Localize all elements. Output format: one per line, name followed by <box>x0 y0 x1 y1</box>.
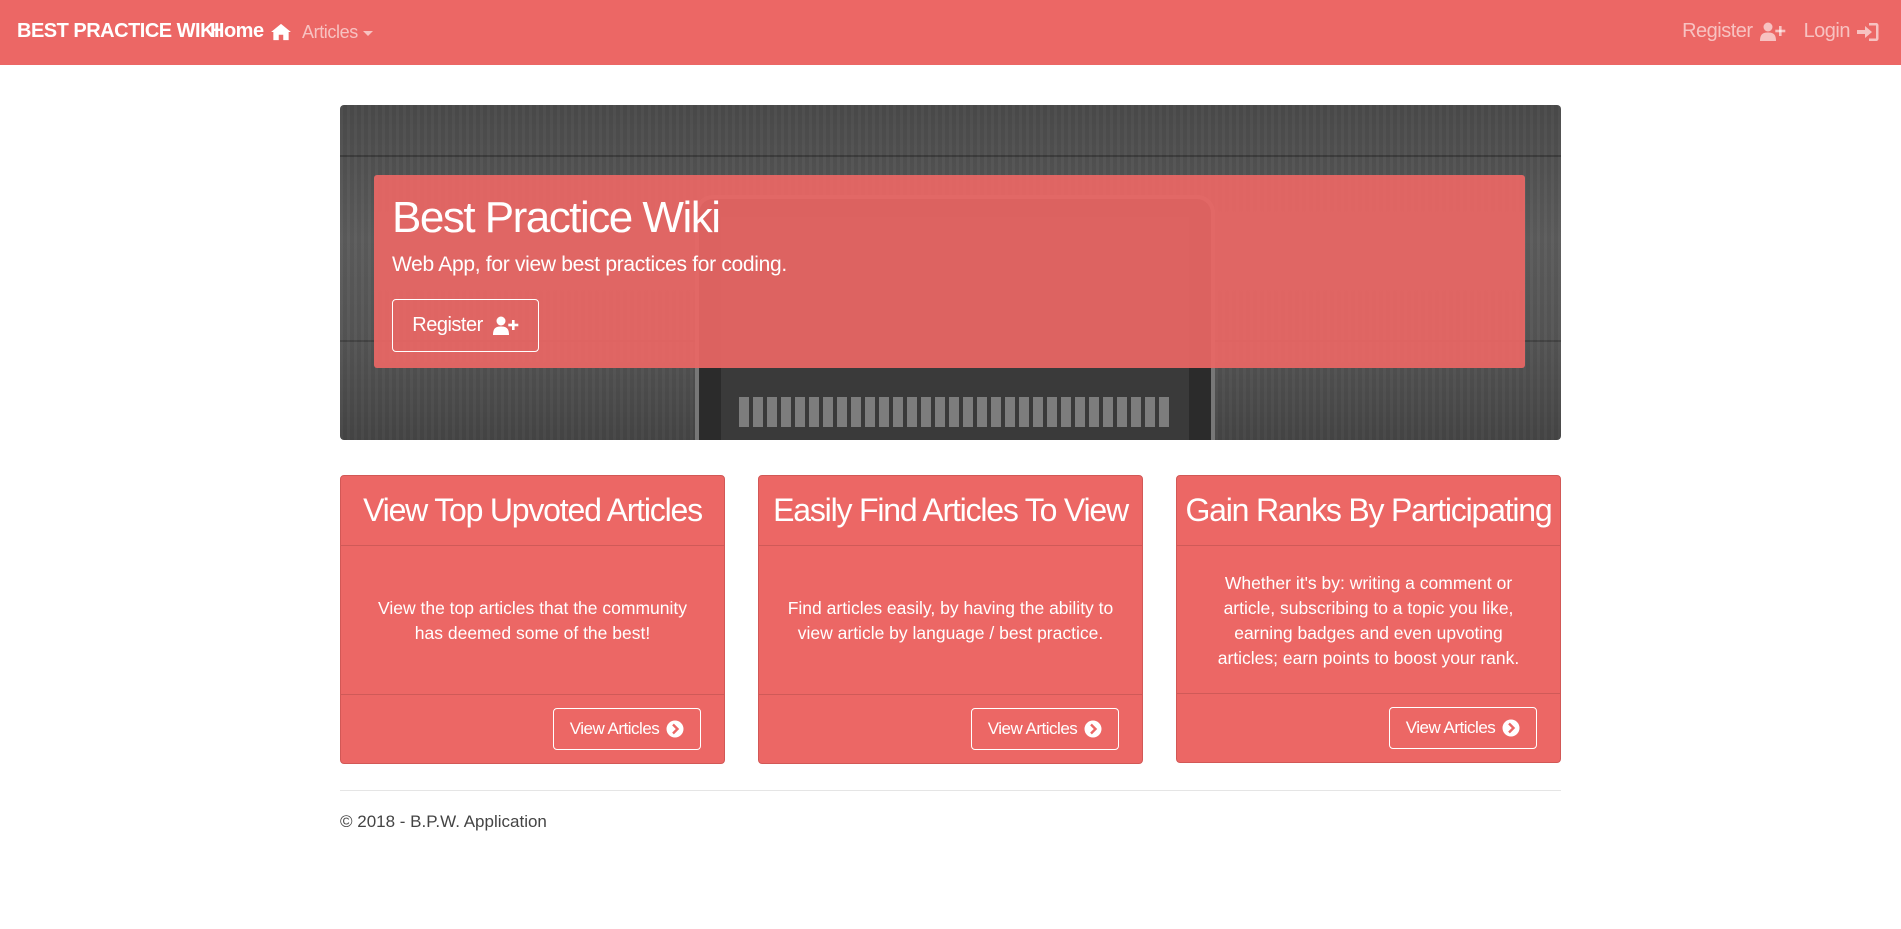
hero-register-button[interactable]: Register <box>392 299 539 352</box>
jumbotron: Best Practice Wiki Web App, for view bes… <box>374 175 1525 368</box>
chevron-circle-right-icon <box>1502 719 1520 737</box>
brand-link[interactable]: BEST PRACTICE WIKI <box>17 20 220 43</box>
chevron-circle-right-icon <box>666 720 684 738</box>
card-body: View the top articles that the community… <box>341 546 724 696</box>
card-text: Whether it's by: writing a comment or ar… <box>1217 573 1520 668</box>
card-text: View the top articles that the community… <box>378 598 687 643</box>
background-texture <box>340 155 1561 157</box>
user-plus-icon <box>1759 22 1785 41</box>
view-articles-label: View Articles <box>987 719 1078 738</box>
nav-login-label: Login <box>1803 20 1851 42</box>
feature-card-gain-ranks: Gain Ranks By Participating Whether it's… <box>1176 475 1561 763</box>
laptop-keyboard <box>739 397 1171 427</box>
card-body: Whether it's by: writing a comment or ar… <box>1177 546 1560 696</box>
navbar: BEST PRACTICE WIKI Home Articles Registe… <box>0 0 1901 65</box>
card-title: Easily Find Articles To View <box>773 492 1129 528</box>
card-title: Gain Ranks By Participating <box>1185 492 1552 528</box>
nav-articles-label: Articles <box>302 22 358 42</box>
nav-register-label: Register <box>1682 20 1753 42</box>
footer-copyright: © 2018 - B.P.W. Application <box>340 812 547 831</box>
nav-home-label: Home <box>210 20 264 42</box>
card-body: Find articles easily, by having the abil… <box>759 546 1142 696</box>
card-footer: View Articles <box>1177 693 1560 762</box>
nav-register-link[interactable]: Register <box>1682 20 1785 43</box>
feature-card-find-articles: Easily Find Articles To View Find articl… <box>758 475 1143 764</box>
caret-down-icon <box>362 31 373 36</box>
hero-title: Best Practice Wiki <box>392 193 721 242</box>
card-header: Easily Find Articles To View <box>759 476 1142 546</box>
footer-divider <box>340 790 1561 791</box>
view-articles-label: View Articles <box>1405 718 1496 737</box>
chevron-circle-right-icon <box>1084 720 1102 738</box>
hero-subtitle: Web App, for view best practices for cod… <box>392 253 787 276</box>
view-articles-button[interactable]: View Articles <box>553 708 701 750</box>
nav-articles-dropdown[interactable]: Articles <box>302 22 373 43</box>
card-header: Gain Ranks By Participating <box>1177 476 1560 546</box>
user-plus-icon <box>492 316 519 335</box>
hero-banner: Best Practice Wiki Web App, for view bes… <box>340 105 1561 440</box>
nav-login-link[interactable]: Login <box>1804 20 1879 43</box>
card-footer: View Articles <box>759 694 1142 763</box>
card-title: View Top Upvoted Articles <box>363 492 703 528</box>
card-header: View Top Upvoted Articles <box>341 476 724 546</box>
feature-card-top-upvoted: View Top Upvoted Articles View the top a… <box>340 475 725 764</box>
nav-right: Register Login <box>1682 20 1879 43</box>
view-articles-button[interactable]: View Articles <box>971 708 1119 750</box>
card-footer: View Articles <box>341 694 724 763</box>
hero-register-label: Register <box>412 314 483 336</box>
view-articles-button[interactable]: View Articles <box>1389 707 1537 749</box>
sign-in-icon <box>1857 22 1879 41</box>
card-text: Find articles easily, by having the abil… <box>787 598 1114 643</box>
view-articles-label: View Articles <box>569 719 660 738</box>
nav-home-link[interactable]: Home <box>210 20 292 43</box>
home-icon <box>270 23 291 40</box>
